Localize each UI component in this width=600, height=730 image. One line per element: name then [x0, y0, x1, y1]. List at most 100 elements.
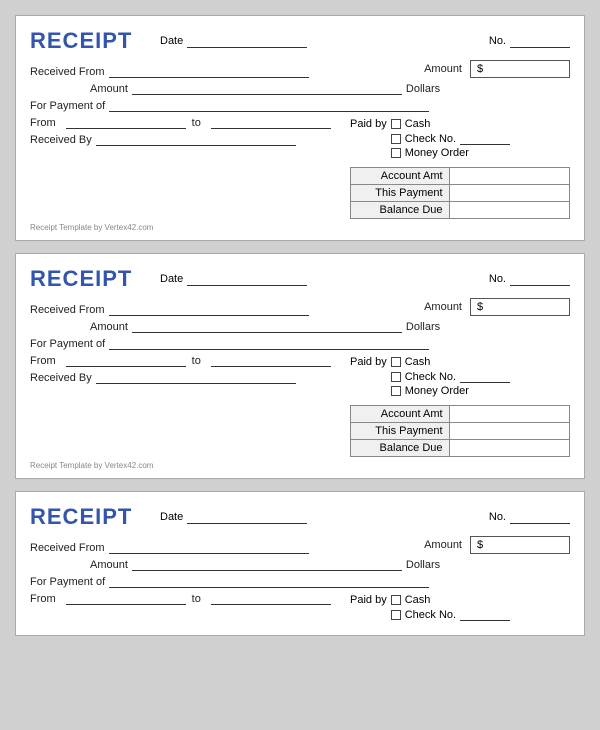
- no-line-2: [510, 273, 570, 286]
- paid-by-section-2: Paid by Cash Check No. Money Order: [350, 354, 570, 457]
- cash-label: Cash: [405, 118, 431, 130]
- no-label-3: No.: [489, 511, 506, 523]
- received-from-label-2: Received From: [30, 304, 105, 316]
- account-amt-row: Account Amt: [351, 168, 570, 185]
- this-payment-label-2: This Payment: [351, 423, 450, 440]
- received-from-line: [109, 65, 309, 78]
- from-label-2: From: [30, 355, 56, 367]
- check-label-3: Check No.: [405, 609, 456, 621]
- cash-checkbox-3: [391, 595, 401, 605]
- date-label-text: Date: [160, 35, 183, 47]
- from-to-section-3: From to: [30, 592, 350, 609]
- cash-checkbox-2: [391, 357, 401, 367]
- dollars-label: Dollars: [406, 83, 440, 95]
- paid-by-label: Paid by: [350, 118, 387, 130]
- received-by-label-2: Received By: [30, 372, 92, 384]
- receipt-1-header: RECEIPT Date No.: [30, 28, 570, 54]
- receipt-2-date-no: Date No.: [150, 273, 570, 286]
- dollar-box: $: [470, 60, 570, 78]
- check-no-line-3: [460, 608, 510, 621]
- account-table: Account Amt This Payment Balance Due: [350, 167, 570, 219]
- balance-due-value: [449, 202, 569, 219]
- check-checkbox: [391, 134, 401, 144]
- from-to-row-3: From to: [30, 592, 340, 605]
- check-no-line-2: [460, 370, 510, 383]
- receipt-3: RECEIPT Date No. Received From Amount $ …: [15, 491, 585, 636]
- dollars-line-2: [132, 320, 402, 333]
- receipt-3-date-label: Date: [160, 511, 307, 524]
- money-order-row: Money Order: [391, 147, 510, 159]
- received-by-row-2: Received By: [30, 371, 340, 384]
- receipt-2-payment-row: For Payment of: [30, 337, 570, 350]
- received-from-label-3: Received From: [30, 542, 105, 554]
- this-payment-value-2: [449, 423, 569, 440]
- dollars-line-3: [132, 558, 402, 571]
- money-order-row-2: Money Order: [391, 385, 510, 397]
- check-row-2: Check No.: [391, 370, 510, 383]
- account-amt-row-2: Account Amt: [351, 406, 570, 423]
- to-label-2: to: [192, 355, 201, 367]
- paid-by-label-3: Paid by: [350, 594, 387, 606]
- check-label-2: Check No.: [405, 371, 456, 383]
- receipt-1-no-label: No.: [489, 35, 570, 48]
- checkboxes-3: Cash Check No.: [391, 594, 510, 621]
- receipt-3-date-no: Date No.: [150, 511, 570, 524]
- from-to-row: From to: [30, 116, 340, 129]
- amount-dollars-label-3: Amount: [90, 559, 128, 571]
- receipt-1-title: RECEIPT: [30, 28, 150, 54]
- amount-label-3: Amount: [424, 539, 462, 551]
- dollar-sign-3: $: [477, 539, 483, 551]
- received-from-label: Received From: [30, 66, 105, 78]
- receipt-2-header: RECEIPT Date No.: [30, 266, 570, 292]
- check-no-line: [460, 132, 510, 145]
- receipt-2-dollars-row: Amount Dollars: [30, 320, 570, 333]
- date-line: [187, 35, 307, 48]
- paid-by-section: Paid by Cash Check No. Money Order: [350, 116, 570, 219]
- this-payment-row: This Payment: [351, 185, 570, 202]
- no-label-2: No.: [489, 273, 506, 285]
- receipt-3-header: RECEIPT Date No.: [30, 504, 570, 530]
- received-by-line-2: [96, 371, 296, 384]
- dollars-label-3: Dollars: [406, 559, 440, 571]
- paid-by-row-2: Paid by Cash Check No. Money Order: [350, 356, 570, 397]
- to-line: [211, 116, 331, 129]
- received-from-line-3: [109, 541, 309, 554]
- to-line-2: [211, 354, 331, 367]
- cash-row: Cash: [391, 118, 510, 130]
- paid-by-section-3: Paid by Cash Check No.: [350, 592, 570, 625]
- balance-due-row: Balance Due: [351, 202, 570, 219]
- money-order-label-2: Money Order: [405, 385, 469, 397]
- dollars-line: [132, 82, 402, 95]
- account-amt-value: [449, 168, 569, 185]
- check-label: Check No.: [405, 133, 456, 145]
- dollar-box-2: $: [470, 298, 570, 316]
- account-table-2: Account Amt This Payment Balance Due: [350, 405, 570, 457]
- check-row: Check No.: [391, 132, 510, 145]
- from-line-2: [66, 354, 186, 367]
- to-line-3: [211, 592, 331, 605]
- cash-checkbox: [391, 119, 401, 129]
- received-from-line-2: [109, 303, 309, 316]
- receipt-3-from-to-paid: From to Paid by Cash Check No.: [30, 592, 570, 625]
- receipt-3-payment-row: For Payment of: [30, 575, 570, 588]
- from-line-3: [66, 592, 186, 605]
- from-label-3: From: [30, 593, 56, 605]
- paid-by-row-3: Paid by Cash Check No.: [350, 594, 570, 621]
- receipt-1-date-label: Date: [160, 35, 307, 48]
- received-by-line: [96, 133, 296, 146]
- receipt-2-from-to-paid: From to Received By Paid by Cash: [30, 354, 570, 457]
- cash-label-3: Cash: [405, 594, 431, 606]
- payment-line-2: [109, 337, 429, 350]
- receipt-2-no-label: No.: [489, 273, 570, 286]
- balance-due-label-2: Balance Due: [351, 440, 450, 457]
- from-line: [66, 116, 186, 129]
- check-row-3: Check No.: [391, 608, 510, 621]
- this-payment-row-2: This Payment: [351, 423, 570, 440]
- receipt-3-title: RECEIPT: [30, 504, 150, 530]
- receipt-3-dollars-row: Amount Dollars: [30, 558, 570, 571]
- balance-due-row-2: Balance Due: [351, 440, 570, 457]
- check-checkbox-3: [391, 610, 401, 620]
- date-line-3: [187, 511, 307, 524]
- dollar-sign: $: [477, 63, 483, 75]
- date-label-2: Date: [160, 273, 183, 285]
